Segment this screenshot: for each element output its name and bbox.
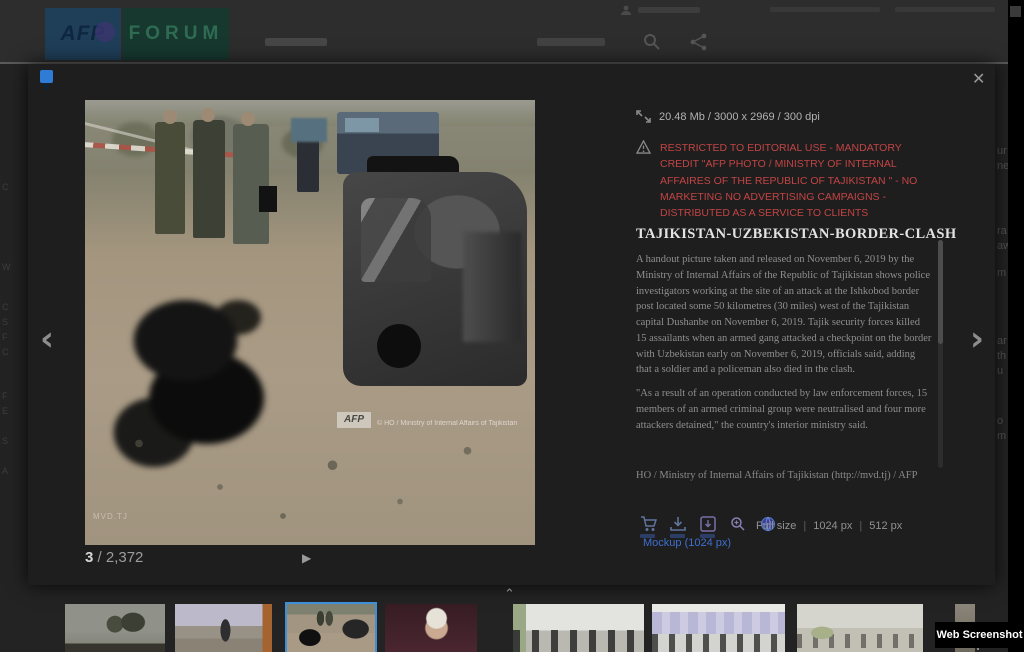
counter-total: / 2,372	[93, 549, 143, 566]
caption-paragraph: "As a result of an operation conducted b…	[636, 386, 932, 433]
download-icon[interactable]	[670, 516, 688, 534]
thumbnail-6[interactable]	[652, 604, 785, 652]
separator: |	[803, 520, 806, 532]
web-screenshot-badge: Web Screenshot	[935, 622, 1024, 648]
mockup-link[interactable]: Mockup (1024 px)	[643, 537, 731, 549]
photo-burned-car-doorframe	[361, 198, 431, 282]
watermark-credit-text: © HO / Ministry of Internal Affairs of T…	[377, 420, 535, 427]
user-account-icon[interactable]	[620, 4, 632, 16]
restriction-text: RESTRICTED TO EDITORIAL USE - MANDATORY …	[660, 140, 932, 221]
zoom-in-icon[interactable]	[730, 516, 748, 534]
photo-flag-icon[interactable]	[40, 70, 53, 83]
user-name-text[interactable]	[638, 7, 700, 13]
size-1024-link[interactable]: 1024 px	[813, 520, 852, 532]
resize-icon	[636, 110, 651, 123]
restriction-row: RESTRICTED TO EDITORIAL USE - MANDATORY …	[636, 140, 932, 221]
header-menu-links[interactable]	[770, 7, 880, 12]
caption-scrollbar-thumb[interactable]	[938, 240, 943, 344]
photo-burned-car-crumple	[463, 232, 521, 342]
close-icon[interactable]: ✕	[972, 69, 985, 89]
next-photo-button[interactable]: ›	[970, 325, 984, 353]
site-header: AFP FORUM	[0, 0, 1024, 64]
afp-watermark-logo: AFP	[337, 412, 371, 428]
photo-investigator	[155, 122, 185, 234]
thumbnail-3-selected[interactable]	[287, 604, 375, 652]
prev-photo-button[interactable]: ‹	[40, 325, 54, 353]
browser-right-column	[1008, 0, 1024, 652]
share-icon[interactable]	[690, 33, 708, 51]
watermark-corner-mark: MVD.TJ	[93, 512, 128, 521]
warning-triangle-icon	[636, 140, 651, 154]
separator: |	[859, 520, 862, 532]
forum-brand[interactable]: FORUM	[123, 8, 229, 60]
afp-logo[interactable]: AFP	[45, 8, 121, 60]
search-scope-select[interactable]	[537, 38, 605, 46]
file-info-text: 20.48 Mb / 3000 x 2969 / 300 dpi	[659, 111, 820, 123]
search-input[interactable]	[265, 38, 327, 46]
save-hd-icon[interactable]	[700, 516, 718, 534]
size-512-link[interactable]: 512 px	[869, 520, 902, 532]
forum-brand-text: FORUM	[129, 23, 224, 45]
file-info-row: 20.48 Mb / 3000 x 2969 / 300 dpi	[636, 110, 820, 123]
photo-investigator	[233, 124, 269, 244]
photo-counter: 3 / 2,372	[85, 549, 143, 566]
globe-logo-icon	[95, 22, 115, 42]
photo-credit-line: HO / Ministry of Internal Affairs of Taj…	[636, 470, 932, 481]
full-size-link[interactable]: Full size	[756, 520, 796, 532]
column-top-square	[1010, 6, 1021, 17]
thumbnail-5[interactable]	[513, 604, 644, 652]
photo-title: TAJIKISTAN-UZBEKISTAN-BORDER-CLASH	[636, 226, 957, 243]
photo-briefcase	[259, 186, 277, 212]
main-photo: AFP © HO / Ministry of Internal Affairs …	[85, 100, 535, 545]
thumbnail-2[interactable]	[175, 604, 272, 652]
photo-caption: A handout picture taken and released on …	[636, 252, 932, 441]
chevron-up-icon[interactable]: ⌃	[504, 589, 515, 599]
photo-investigator	[193, 120, 225, 238]
thumbnail-4[interactable]	[385, 604, 477, 652]
thumbnail-1[interactable]	[65, 604, 165, 652]
photo-burned-car	[343, 172, 527, 386]
add-to-cart-icon[interactable]	[640, 516, 658, 534]
search-icon[interactable]	[643, 33, 661, 51]
slideshow-play-button[interactable]: ▶	[302, 551, 311, 565]
photo-truck-window	[345, 118, 379, 132]
header-lang-links[interactable]	[895, 7, 995, 12]
photo-burned-car-wheel	[377, 324, 421, 368]
thumbnail-7[interactable]	[797, 604, 923, 652]
photo-blue-vehicle	[291, 118, 327, 142]
size-links-row: Full size | 1024 px | 512 px	[756, 520, 902, 532]
caption-paragraph: A handout picture taken and released on …	[636, 252, 932, 378]
